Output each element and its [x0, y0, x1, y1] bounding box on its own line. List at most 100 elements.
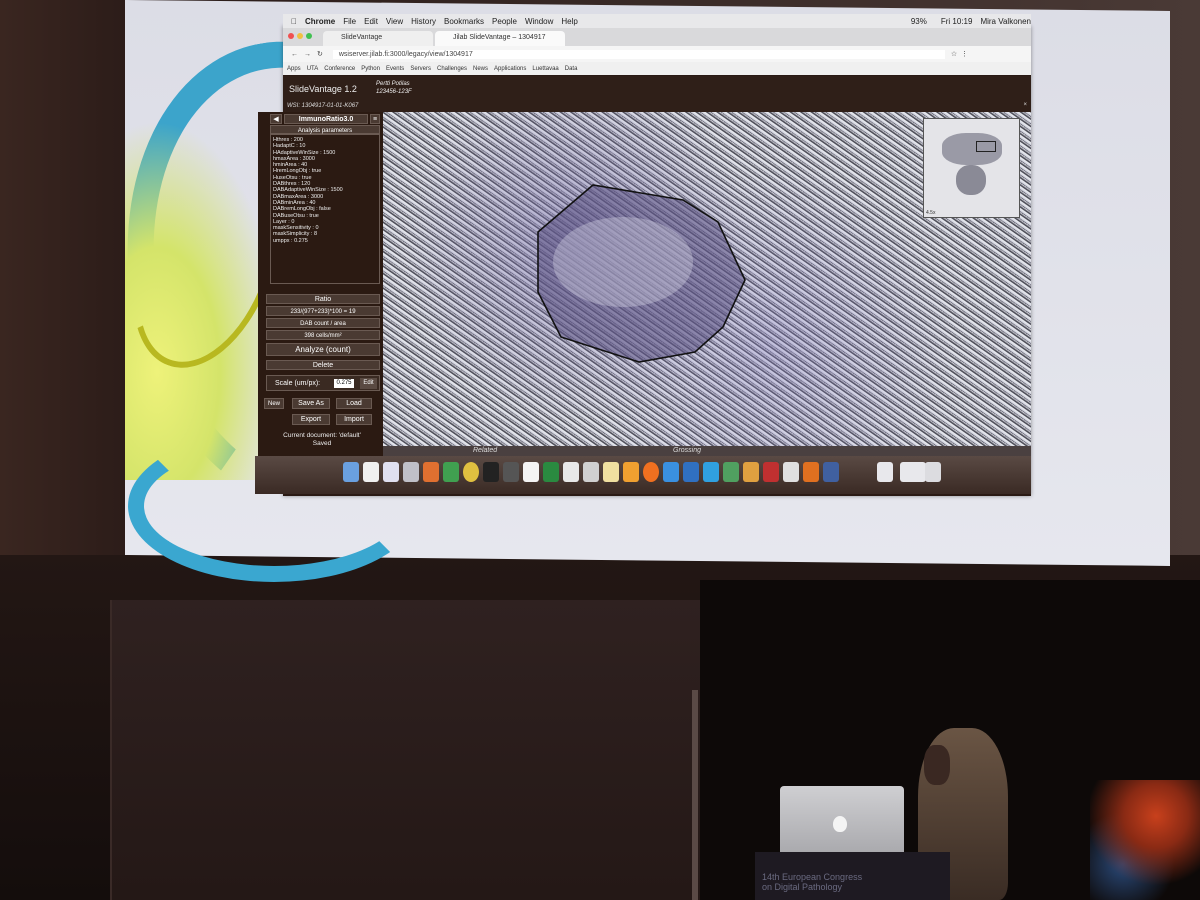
menu-view[interactable]: View: [386, 17, 403, 26]
close-viewer-icon[interactable]: ×: [1023, 102, 1027, 108]
param-line: umppx : 0.275: [273, 237, 308, 244]
load-button[interactable]: Load: [336, 398, 372, 409]
quicktime-icon[interactable]: [823, 462, 839, 482]
tab-label: Jilab SlideVantage – 1304917: [453, 34, 546, 41]
scale-input[interactable]: 0.275: [334, 379, 354, 388]
minimap-viewport[interactable]: [976, 141, 996, 152]
menu-edit[interactable]: Edit: [364, 17, 378, 26]
wsi-id: WSI: 1304917-01-01-K067: [287, 103, 359, 109]
textedit-icon[interactable]: [523, 462, 539, 482]
vlc-icon[interactable]: [743, 462, 759, 482]
mail-icon[interactable]: [383, 462, 399, 482]
import-button[interactable]: Import: [336, 414, 372, 425]
presenter-face: [924, 745, 950, 785]
scale-row: Scale (um/px): 0.275 Edit: [266, 375, 380, 391]
edit-scale-button[interactable]: Edit: [360, 378, 377, 389]
url-input[interactable]: wsiserver.jilab.fi:3000/legacy/view/1304…: [332, 49, 945, 59]
menubar-user[interactable]: Mira Valkonen: [980, 17, 1031, 26]
maximize-window-icon[interactable]: [306, 33, 312, 39]
chrome-icon[interactable]: [463, 462, 479, 482]
flower-arrangement: [1090, 780, 1200, 900]
downloads-icon[interactable]: [900, 462, 926, 482]
menu-help[interactable]: Help: [561, 17, 577, 26]
bookmark-data[interactable]: Data: [565, 66, 578, 72]
forward-icon[interactable]: →: [304, 51, 311, 58]
reload-icon[interactable]: ↻: [317, 50, 323, 58]
battery-status[interactable]: 93%: [911, 17, 927, 26]
panel-menu-icon[interactable]: ≡: [370, 114, 380, 124]
bookmark-events[interactable]: Events: [386, 66, 404, 72]
calendar-icon[interactable]: [363, 462, 379, 482]
apple-icon[interactable]: : [291, 17, 297, 26]
back-icon[interactable]: ←: [291, 51, 298, 58]
app-store-icon[interactable]: [663, 462, 679, 482]
pycharm-icon[interactable]: [543, 462, 559, 482]
dab-value-text: 398 cells/mm²: [304, 333, 342, 339]
bookmark-python[interactable]: Python: [361, 66, 380, 72]
bookmark-applications[interactable]: Applications: [494, 66, 526, 72]
terminal-icon[interactable]: [483, 462, 499, 482]
export-button[interactable]: Export: [292, 414, 330, 425]
app-white-icon[interactable]: [783, 462, 799, 482]
close-window-icon[interactable]: [288, 33, 294, 39]
tab-slidevantage[interactable]: SlideVantage: [323, 31, 433, 46]
rstudio-icon[interactable]: [683, 462, 699, 482]
firefox-icon[interactable]: [643, 462, 659, 482]
settings-icon[interactable]: [403, 462, 419, 482]
bookmark-luettavaa[interactable]: Luettavaa: [532, 66, 558, 72]
matlab-icon[interactable]: [423, 462, 439, 482]
menu-file[interactable]: File: [343, 17, 356, 26]
ratio-label: Ratio: [266, 294, 380, 304]
menu-bookmarks[interactable]: Bookmarks: [444, 17, 484, 26]
tab-jilab-slidevantage[interactable]: Jilab SlideVantage – 1304917: [435, 31, 565, 46]
skype-icon[interactable]: [703, 462, 719, 482]
save-as-button[interactable]: Save As: [292, 398, 330, 409]
app-red-icon[interactable]: [763, 462, 779, 482]
menu-people[interactable]: People: [492, 17, 517, 26]
app-green-icon[interactable]: [443, 462, 459, 482]
preview-icon[interactable]: [563, 462, 579, 482]
delete-button[interactable]: Delete: [266, 360, 380, 370]
menu-history[interactable]: History: [411, 17, 436, 26]
podium-sign: 14th European Congress on Digital Pathol…: [762, 872, 942, 892]
analyze-count-button[interactable]: Analyze (count): [266, 343, 380, 356]
bookmarks-bar: Apps UTA Conference Python Events Server…: [283, 62, 1031, 75]
new-button[interactable]: New: [264, 398, 284, 409]
app-icon[interactable]: [723, 462, 739, 482]
menubar-app[interactable]: Chrome: [305, 17, 335, 26]
patient-id: 123456-123F: [376, 89, 412, 95]
photos-icon[interactable]: [603, 462, 619, 482]
bookmark-news[interactable]: News: [473, 66, 488, 72]
bookmark-servers[interactable]: Servers: [410, 66, 431, 72]
ratio-value: 233/(977+233)*100 = 19: [266, 306, 380, 316]
mac-dock: [255, 456, 1031, 494]
dab-label-text: DAB count / area: [300, 321, 346, 327]
bookmark-star-icon[interactable]: ☆: [951, 50, 957, 58]
trash-icon[interactable]: [925, 462, 941, 482]
chrome-menu-icon[interactable]: ⋮: [961, 50, 968, 58]
panel-prev-icon[interactable]: ◀: [270, 114, 282, 124]
plugin-selector[interactable]: ImmunoRatio3.0: [284, 114, 368, 124]
bookmark-uta[interactable]: UTA: [307, 66, 319, 72]
keynote-icon[interactable]: [583, 462, 599, 482]
menu-window[interactable]: Window: [525, 17, 553, 26]
finder-icon[interactable]: [343, 462, 359, 482]
minimap-tissue: [956, 165, 986, 195]
inkscape-icon[interactable]: [503, 462, 519, 482]
params-list[interactable]: Hthres : 200 HadaptC : 10 HAdaptiveWinSi…: [270, 134, 380, 284]
tab-label: SlideVantage: [341, 34, 383, 41]
minimize-window-icon[interactable]: [297, 33, 303, 39]
bookmark-conference[interactable]: Conference: [324, 66, 355, 72]
vlc-cone-icon[interactable]: [803, 462, 819, 482]
grossing-tab[interactable]: Grossing: [673, 447, 701, 454]
bookmark-challenges[interactable]: Challenges: [437, 66, 467, 72]
mac-menubar:  Chrome File Edit View History Bookmark…: [283, 14, 1031, 28]
related-tab[interactable]: Related: [473, 447, 497, 454]
slide-minimap[interactable]: 4.5x: [923, 118, 1020, 218]
document-icon[interactable]: [877, 462, 893, 482]
saved-status: Saved: [312, 440, 332, 447]
books-icon[interactable]: [623, 462, 639, 482]
bookmark-apps[interactable]: Apps: [287, 66, 301, 72]
menubar-clock[interactable]: Fri 10:19: [941, 17, 973, 26]
params-header[interactable]: Analysis parameters: [270, 125, 380, 134]
